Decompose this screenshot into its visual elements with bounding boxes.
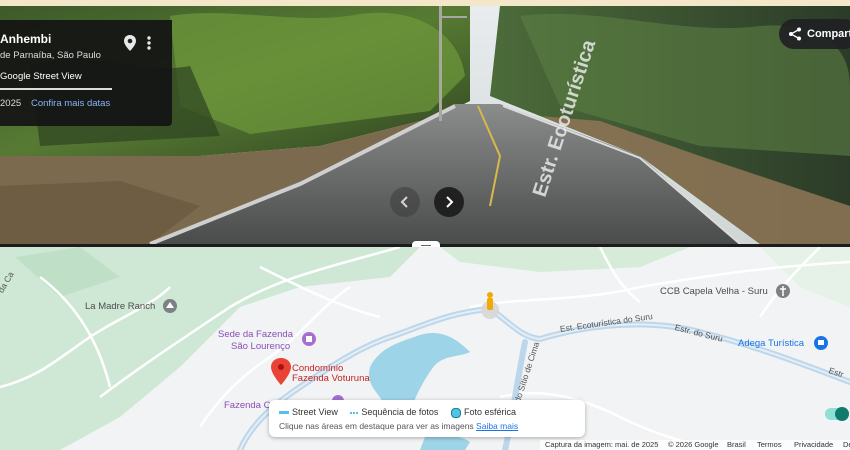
legend-spherical-photo: Foto esférica [450, 407, 516, 418]
chevron-right-icon [446, 196, 454, 208]
la-madre-ranch-label[interactable]: La Madre Ranch [85, 301, 155, 312]
adega-turistica-label[interactable]: Adega Turística [738, 338, 804, 349]
info-card-divider [0, 88, 112, 90]
copyright: © 2026 Google [668, 440, 719, 449]
previous-image-button[interactable] [390, 187, 420, 217]
share-button[interactable]: Compart [779, 19, 850, 49]
ccb-capela-label[interactable]: CCB Capela Velha - Suru [660, 286, 768, 297]
pegman-icon [487, 292, 493, 310]
next-image-button[interactable] [434, 187, 464, 217]
toggle-knob [835, 407, 849, 421]
store-poi-icon [814, 336, 828, 350]
legend-street-view: Street View [279, 407, 338, 417]
spherical-photo-dot-icon [450, 407, 461, 418]
country-link[interactable]: Brasil [727, 440, 746, 449]
more-options-button[interactable] [143, 34, 155, 52]
condominio-label-line2[interactable]: Fazenda Voturuna [292, 373, 370, 384]
legend-photo-sequence: Sequência de fotos [350, 407, 438, 417]
imagery-source: Google Street View [0, 71, 82, 82]
location-pin-button[interactable] [122, 34, 138, 52]
chevron-left-icon [400, 196, 408, 208]
legend-hint: Clique nas áreas em destaque para ver as… [279, 421, 519, 431]
fazenda-c-label[interactable]: Fazenda C [224, 400, 270, 411]
capture-year: 2025 [0, 98, 22, 109]
legend-row: Street View Sequência de fotos Foto esfé… [279, 407, 526, 418]
location-pin-icon [124, 35, 136, 51]
fazenda-poi-icon [302, 332, 316, 346]
more-vert-icon [147, 36, 151, 50]
location-info-card: Anhembi de Parnaíba, São Paulo Google St… [0, 20, 172, 126]
learn-more-link[interactable]: Saiba mais [476, 421, 518, 431]
sede-fazenda-label-line1[interactable]: Sede da Fazenda [218, 329, 293, 340]
more-dates-link[interactable]: Confira mais datas [31, 98, 110, 109]
church-poi-icon [776, 284, 790, 298]
street-view-legend: Street View Sequência de fotos Foto esfé… [269, 400, 849, 437]
ranch-poi-icon [163, 299, 177, 313]
street-view-line-icon [279, 411, 289, 415]
street-view-panorama[interactable]: Estr. Ecoturística Anhembi de Parnaíba, … [0, 6, 850, 244]
terms-link[interactable]: Termos [757, 440, 782, 449]
place-title: Anhembi [0, 32, 52, 46]
photo-sequence-dots-icon [350, 411, 359, 414]
street-view-layer-toggle[interactable] [825, 407, 849, 421]
privacy-link[interactable]: Privacidade [794, 440, 833, 449]
more-footer-link[interactable]: De [843, 440, 850, 449]
map-footer: Captura da imagem: mai. de 2025 © 2026 G… [540, 440, 850, 450]
share-icon [789, 27, 801, 41]
sede-fazenda-label-line2[interactable]: São Lourenço [231, 341, 290, 352]
share-label: Compart [807, 28, 850, 40]
capture-date: Captura da imagem: mai. de 2025 [545, 440, 659, 449]
place-subtitle: de Parnaíba, São Paulo [0, 50, 101, 61]
